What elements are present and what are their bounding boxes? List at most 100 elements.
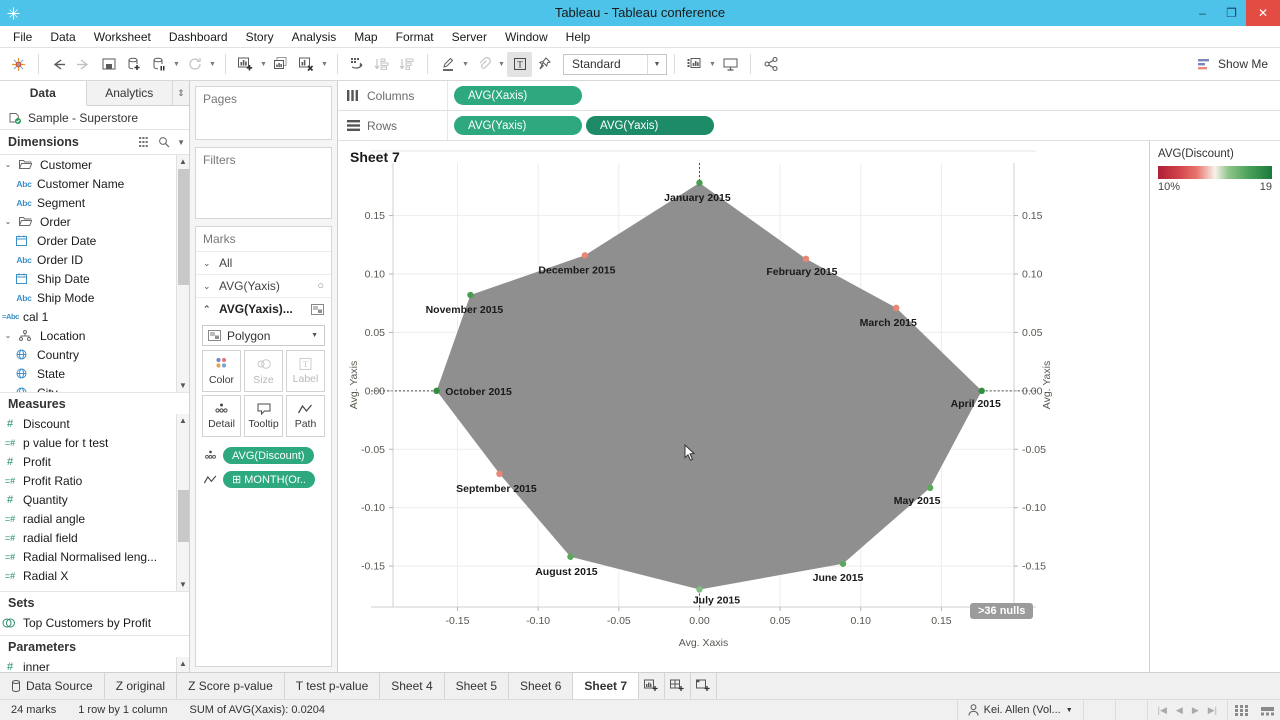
field-row[interactable]: Abc Order ID	[0, 250, 189, 269]
data-point[interactable]	[467, 291, 474, 299]
minimize-button[interactable]: –	[1188, 0, 1217, 26]
grid-view-button[interactable]	[1228, 700, 1254, 720]
chevron-down-icon[interactable]: ▼	[311, 332, 318, 339]
field-row[interactable]: Abc Ship Mode	[0, 288, 189, 307]
field-row[interactable]: Abc Segment	[0, 193, 189, 212]
detail-button[interactable]: Detail	[202, 395, 241, 437]
field-row[interactable]: =Abc cal 1	[0, 307, 189, 326]
mark-layer-avg-yaxis-2[interactable]: ⌃ AVG(Yaxis)...	[196, 297, 331, 320]
sheet-tab-t-test-p-value[interactable]: T test p-value	[284, 673, 381, 699]
back-button[interactable]	[46, 52, 71, 77]
data-source-row[interactable]: Sample - Superstore	[0, 106, 189, 130]
measures-scrollbar[interactable]: ▲ ▼	[176, 414, 189, 591]
field-row[interactable]: Top Customers by Profit	[0, 613, 189, 632]
menu-dashboard[interactable]: Dashboard	[160, 26, 237, 48]
last-page-icon[interactable]: ▶|	[1208, 705, 1217, 716]
new-worksheet-button[interactable]	[233, 52, 258, 77]
shelf-pill-avg-xaxis[interactable]: AVG(Xaxis)	[454, 86, 582, 105]
duplicate-sheet-button[interactable]	[269, 52, 294, 77]
new-dashboard-tab-button[interactable]	[665, 673, 692, 699]
close-button[interactable]: ✕	[1246, 0, 1280, 26]
chevron-up-icon[interactable]: ⌃	[203, 304, 213, 315]
save-button[interactable]	[96, 52, 121, 77]
first-page-icon[interactable]: |◀	[1158, 705, 1167, 716]
sets-list[interactable]: Top Customers by Profit	[0, 613, 189, 635]
sheet-tab-z-original[interactable]: Z original	[104, 673, 178, 699]
pill-month-order-date[interactable]: ⊞ MONTH(Or..	[223, 471, 315, 488]
scrollbar-thumb[interactable]	[178, 490, 189, 542]
sheet-tab-sheet-4[interactable]: Sheet 4	[380, 673, 445, 699]
tab-data[interactable]: Data	[0, 81, 87, 106]
menu-server[interactable]: Server	[443, 26, 496, 48]
share-button[interactable]	[758, 52, 783, 77]
prev-page-icon[interactable]: ◀	[1176, 705, 1183, 716]
shelf-pill-avg-yaxis-2[interactable]: AVG(Yaxis)	[586, 116, 714, 135]
fit-dropdown[interactable]: Standard ▼	[563, 53, 667, 75]
tab-analytics[interactable]: Analytics	[86, 81, 173, 105]
legend-gradient[interactable]	[1158, 166, 1272, 179]
pause-auto-update-button[interactable]	[146, 52, 171, 77]
show-mark-labels-button[interactable]: T	[507, 51, 532, 77]
data-point[interactable]	[926, 484, 934, 492]
scrollbar-thumb[interactable]	[178, 169, 189, 285]
parameters-list[interactable]: # inner ▲ ▼	[0, 657, 189, 672]
scroll-up-icon[interactable]: ▲	[177, 657, 189, 670]
status-pager[interactable]: |◀ ◀ ▶ ▶|	[1148, 700, 1228, 720]
clear-sheet-caret[interactable]: ▼	[319, 52, 330, 77]
filters-card[interactable]: Filters	[195, 147, 332, 219]
chevron-down-icon[interactable]: ▼	[1066, 707, 1073, 714]
grid-view-icon[interactable]	[139, 137, 151, 147]
menu-map[interactable]: Map	[345, 26, 386, 48]
nulls-badge[interactable]: >36 nulls	[970, 603, 1034, 619]
new-worksheet-tab-button[interactable]	[639, 673, 666, 699]
pages-card[interactable]: Pages	[195, 86, 332, 140]
highlight-button[interactable]	[435, 52, 460, 77]
refresh-data-source-button[interactable]	[182, 52, 207, 77]
scroll-up-icon[interactable]: ▲	[177, 414, 189, 427]
scroll-down-icon[interactable]: ▼	[177, 578, 189, 591]
rows-drop-zone[interactable]: AVG(Yaxis) AVG(Yaxis)	[448, 111, 1280, 140]
path-button[interactable]: Path	[286, 395, 325, 437]
field-row[interactable]: =# Radial X	[0, 566, 189, 585]
radial-polygon-chart[interactable]: January 2015 February 2015 March 2015 April…	[338, 141, 1144, 669]
field-row[interactable]: City	[0, 383, 189, 392]
menu-window[interactable]: Window	[496, 26, 557, 48]
dimensions-menu-caret[interactable]: ▼	[177, 138, 185, 147]
swap-rows-columns-button[interactable]	[345, 52, 370, 77]
data-point[interactable]	[978, 387, 985, 395]
scroll-up-icon[interactable]: ▲	[177, 155, 189, 168]
mark-layer-avg-yaxis-1[interactable]: ⌄ AVG(Yaxis) ○	[196, 274, 331, 297]
menu-format[interactable]: Format	[387, 26, 443, 48]
columns-shelf[interactable]: Columns AVG(Xaxis)	[338, 81, 1280, 111]
chevron-down-icon[interactable]: ▼	[647, 54, 666, 74]
menu-data[interactable]: Data	[41, 26, 84, 48]
field-row[interactable]: =# radial field	[0, 528, 189, 547]
field-row[interactable]: State	[0, 364, 189, 383]
chevron-down-icon[interactable]: ⌄	[2, 160, 14, 169]
color-legend[interactable]: AVG(Discount) 10% 19	[1150, 141, 1280, 672]
chevron-down-icon[interactable]: ⌄	[2, 331, 14, 340]
pill-avg-discount[interactable]: AVG(Discount)	[223, 447, 314, 464]
data-point[interactable]	[839, 560, 847, 567]
tooltip-button[interactable]: Tooltip	[244, 395, 283, 437]
sheet-tab-data-source[interactable]: Data Source	[0, 673, 105, 699]
field-row[interactable]: Ship Date	[0, 269, 189, 288]
group-caret[interactable]: ▼	[496, 52, 507, 77]
maximize-button[interactable]: ❐	[1217, 0, 1246, 26]
field-row[interactable]: # Discount	[0, 414, 189, 433]
field-row[interactable]: =# Radial Normalised leng...	[0, 547, 189, 566]
chevron-down-icon[interactable]: ⌄	[203, 281, 213, 292]
next-page-icon[interactable]: ▶	[1192, 705, 1199, 716]
size-button[interactable]: Size	[244, 350, 283, 392]
menu-worksheet[interactable]: Worksheet	[85, 26, 160, 48]
new-worksheet-caret[interactable]: ▼	[258, 52, 269, 77]
pause-dropdown-caret[interactable]: ▼	[171, 52, 182, 77]
sheet-tab-z-score-p-value[interactable]: Z Score p-value	[177, 673, 285, 699]
field-row[interactable]: ⌄ Customer	[0, 155, 189, 174]
chart-pane[interactable]: Sheet 7 January 2015 February 2015 March 2…	[338, 141, 1150, 672]
menu-help[interactable]: Help	[557, 26, 600, 48]
forward-button[interactable]	[71, 52, 96, 77]
color-button[interactable]: Color	[202, 350, 241, 392]
field-row[interactable]: Country	[0, 345, 189, 364]
field-row[interactable]: =# p value for t test	[0, 433, 189, 452]
